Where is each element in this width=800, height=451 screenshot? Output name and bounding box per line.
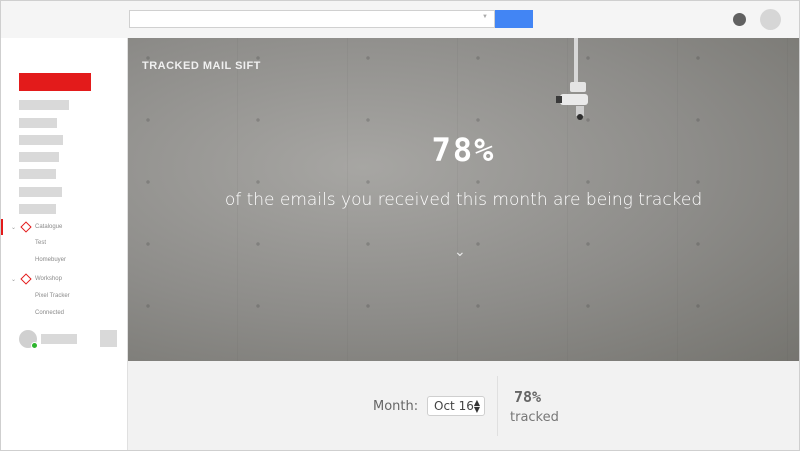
sidebar-item-placeholder[interactable]	[19, 204, 56, 214]
sidebar-item-placeholder[interactable]	[19, 135, 63, 145]
tracked-stat-value: 78%	[514, 388, 542, 406]
diamond-icon	[20, 221, 32, 233]
tracked-stat-label: tracked	[510, 410, 559, 425]
summary-panel: Month: Oct 16 ▲ ▼ 78% tracked	[128, 361, 799, 450]
search-input[interactable]: ▼	[129, 10, 495, 28]
user-name-placeholder	[41, 334, 77, 344]
chevron-down-icon[interactable]: ⌄	[11, 224, 16, 231]
sidebar-item-placeholder[interactable]	[19, 152, 59, 162]
sidebar: ⌄ Catalogue Test Homebuyer ⌄ Workshop Pi…	[1, 38, 128, 450]
active-indicator	[1, 219, 3, 235]
chevron-down-icon[interactable]: ⌄	[11, 276, 16, 283]
logo[interactable]	[19, 73, 91, 91]
settings-button[interactable]	[100, 330, 117, 347]
tree-subitem-pixel-tracker[interactable]: Pixel Tracker	[35, 293, 70, 299]
notifications-icon[interactable]	[733, 13, 746, 26]
tree-item-catalogue[interactable]: ⌄ Catalogue	[1, 219, 127, 235]
tree-subitem-homebuyer[interactable]: Homebuyer	[35, 257, 66, 263]
month-select-value: Oct 16	[434, 399, 474, 413]
tree-item-workshop[interactable]: ⌄ Workshop	[1, 273, 127, 285]
sidebar-item-placeholder[interactable]	[19, 100, 69, 110]
dropdown-caret-icon: ▼	[482, 14, 488, 20]
search-button[interactable]	[495, 10, 533, 28]
tree-subitem-connected[interactable]: Connected	[35, 310, 64, 316]
online-status-icon	[31, 342, 38, 349]
tree-subitem-test[interactable]: Test	[35, 240, 46, 246]
tree-item-label: Workshop	[35, 276, 62, 282]
top-bar: ▼	[1, 1, 799, 38]
sidebar-item-placeholder[interactable]	[19, 118, 57, 128]
stepper-arrows-icon[interactable]: ▲ ▼	[474, 399, 480, 414]
brand-title: TRACKED MAIL SIFT	[142, 60, 261, 72]
month-label: Month:	[373, 399, 419, 414]
hero-banner: TRACKED MAIL SIFT 78% of the emails you …	[128, 38, 799, 361]
security-camera-icon	[556, 38, 588, 120]
account-avatar[interactable]	[760, 9, 781, 30]
tracked-percentage: 78%	[431, 131, 496, 169]
chevron-down-icon[interactable]: ⌄	[454, 243, 466, 260]
tree-item-label: Catalogue	[35, 224, 63, 230]
sidebar-item-placeholder[interactable]	[19, 169, 56, 179]
hero-caption: of the emails you received this month ar…	[224, 190, 703, 210]
sidebar-item-placeholder[interactable]	[19, 187, 62, 197]
month-select[interactable]: Oct 16 ▲ ▼	[427, 396, 485, 416]
divider	[497, 376, 498, 436]
diamond-icon	[20, 273, 32, 285]
